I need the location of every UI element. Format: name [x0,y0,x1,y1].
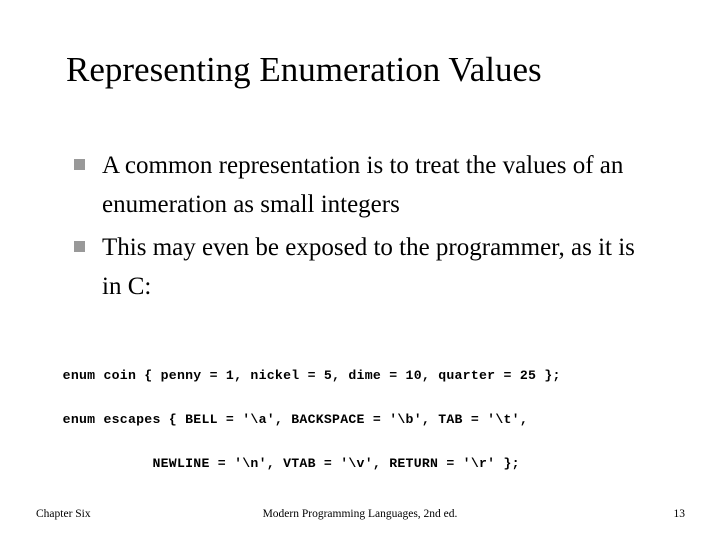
footer-page-number: 13 [673,508,686,520]
slide-title: Representing Enumeration Values [66,50,542,90]
slide-footer: Chapter Six Modern Programming Languages… [0,505,720,527]
code-block-escapes: enum escapes { BELL = '\a', BACKSPACE = … [30,387,528,519]
bullet-item-2: This may even be exposed to the programm… [70,228,650,306]
bullet-item-1-text: A common representation is to treat the … [102,152,624,218]
presentation-slide: Representing Enumeration Values A common… [0,0,720,540]
code-block-escapes-line-1: enum escapes { BELL = '\a', BACKSPACE = … [62,412,528,427]
footer-book-title: Modern Programming Languages, 2nd ed. [262,508,458,520]
bullet-item-2-text: This may even be exposed to the programm… [102,234,635,300]
code-block-escapes-line-2: NEWLINE = '\n', VTAB = '\v', RETURN = '\… [30,456,520,471]
bullet-item-1: A common representation is to treat the … [70,146,650,224]
slide-body: A common representation is to treat the … [70,146,650,310]
square-bullet-icon [74,241,85,252]
square-bullet-icon [74,159,85,170]
code-block-coin-line: enum coin { penny = 1, nickel = 5, dime … [62,368,561,383]
